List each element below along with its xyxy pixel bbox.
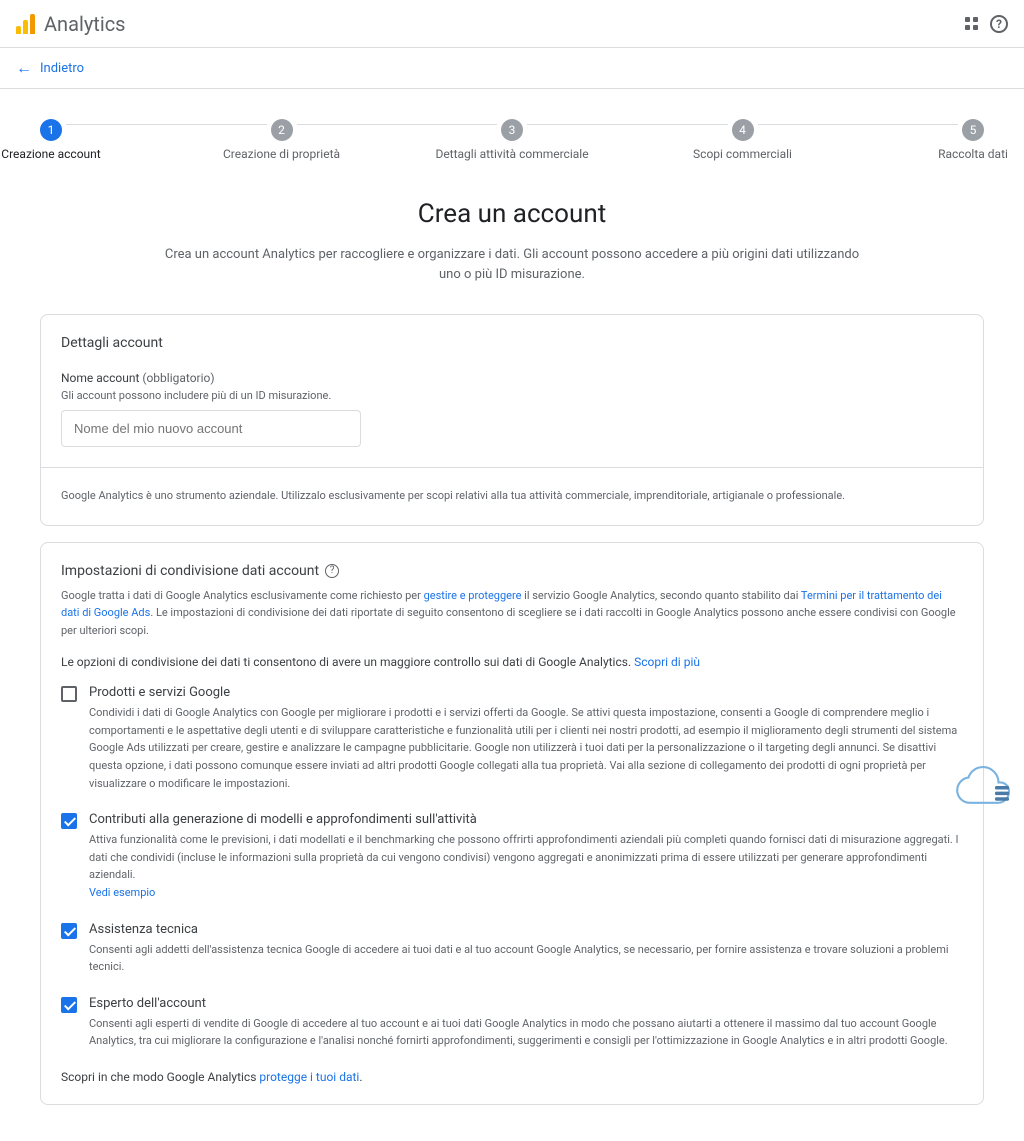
checkbox-label: Assistenza tecnica (89, 922, 963, 937)
account-details-card: Dettagli account Nome account (obbligato… (40, 314, 984, 526)
checkbox-desc: Attiva funzionalità come le previsioni, … (89, 831, 963, 901)
step-4[interactable]: 4 Scopi commerciali (732, 119, 754, 149)
checkbox-desc: Consenti agli esperti di vendite di Goog… (89, 1015, 963, 1050)
step-line (527, 124, 728, 125)
main-container: 1 Creazione account 2 Creazione di propr… (0, 89, 1024, 1141)
step-circle: 4 (732, 119, 754, 141)
step-line (297, 124, 498, 125)
step-label: Scopi commerciali (693, 147, 792, 161)
step-label: Creazione di proprietà (223, 147, 340, 161)
step-circle: 1 (40, 119, 62, 141)
step-circle: 5 (962, 119, 984, 141)
back-label: Indietro (40, 61, 84, 76)
info-icon[interactable]: ? (325, 564, 339, 578)
header-left: Analytics (16, 12, 126, 36)
step-circle: 2 (271, 119, 293, 141)
stepper: 1 Creazione account 2 Creazione di propr… (40, 119, 984, 149)
page-subtitle: Crea un account Analytics per raccoglier… (162, 245, 862, 284)
checkbox-input[interactable] (61, 923, 77, 939)
step-label: Dettagli attività commerciale (435, 147, 588, 161)
checkbox-label: Esperto dell'account (89, 996, 963, 1011)
card-title: Dettagli account (61, 335, 963, 351)
step-label: Creazione account (1, 147, 100, 161)
checkbox-account-expert: Esperto dell'account Consenti agli esper… (61, 996, 963, 1050)
arrow-left-icon: ← (16, 58, 32, 78)
learn-more-link[interactable]: Scopri di più (634, 655, 700, 669)
see-example-link[interactable]: Vedi esempio (89, 886, 155, 899)
step-line (758, 124, 959, 125)
checkbox-input[interactable] (61, 686, 77, 702)
checkbox-input[interactable] (61, 997, 77, 1013)
checkbox-tech-support: Assistenza tecnica Consenti agli addetti… (61, 922, 963, 976)
account-name-input[interactable] (61, 410, 361, 447)
header-right: ? (965, 15, 1008, 33)
checkbox-desc: Consenti agli addetti dell'assistenza te… (89, 941, 963, 976)
checkbox-input[interactable] (61, 813, 77, 829)
step-5[interactable]: 5 Raccolta dati (962, 119, 984, 149)
data-sharing-card: Impostazioni di condivisione dati accoun… (40, 542, 984, 1106)
checkbox-label: Contributi alla generazione di modelli e… (89, 812, 963, 827)
protect-data-link[interactable]: protegge i tuoi dati (259, 1070, 359, 1084)
sharing-info-text: Le opzioni di condivisione dei dati ti c… (61, 655, 963, 669)
sharing-footer: Scopri in che modo Google Analytics prot… (61, 1070, 963, 1084)
apps-icon[interactable] (965, 17, 978, 30)
step-3[interactable]: 3 Dettagli attività commerciale (501, 119, 523, 149)
sharing-title: Impostazioni di condivisione dati accoun… (61, 563, 963, 579)
checkbox-google-products: Prodotti e servizi Google Condividi i da… (61, 685, 963, 792)
step-circle: 3 (501, 119, 523, 141)
checkbox-label: Prodotti e servizi Google (89, 685, 963, 700)
analytics-logo-icon (16, 14, 36, 34)
step-label: Raccolta dati (938, 147, 1008, 161)
account-name-hint: Gli account possono includere più di un … (61, 389, 963, 402)
sharing-description: Google tratta i dati di Google Analytics… (61, 587, 963, 640)
step-2[interactable]: 2 Creazione di proprietà (271, 119, 293, 149)
header: Analytics ? (0, 0, 1024, 48)
disclaimer-text: Google Analytics è uno strumento azienda… (61, 488, 963, 505)
step-line (66, 124, 267, 125)
back-button[interactable]: ← Indietro (0, 48, 1024, 89)
checkbox-desc: Condividi i dati di Google Analytics con… (89, 704, 963, 792)
account-name-label: Nome account (obbligatorio) (61, 371, 963, 385)
header-title: Analytics (44, 12, 126, 36)
help-icon[interactable]: ? (990, 15, 1008, 33)
manage-protect-link[interactable]: gestire e proteggere (424, 589, 522, 602)
checkbox-modeling: Contributi alla generazione di modelli e… (61, 812, 963, 901)
page-title: Crea un account (40, 199, 984, 229)
cloud-watermark-icon (946, 761, 1016, 811)
step-1[interactable]: 1 Creazione account (40, 119, 62, 149)
